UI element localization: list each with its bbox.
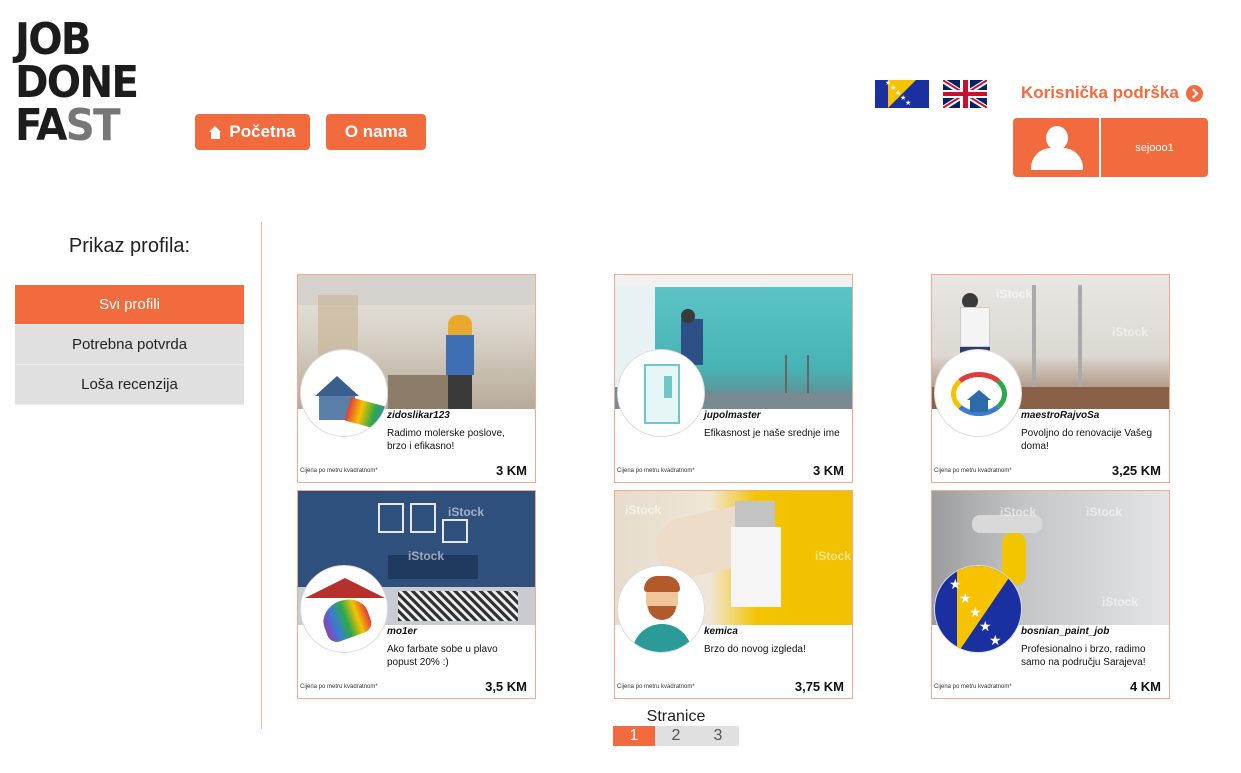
home-icon [209,125,222,139]
watermark: iStock [1112,325,1149,339]
card-price-label: Cijena po metru kvadratnom* [300,684,378,690]
card-price-label: Cijena po metru kvadratnom* [617,684,695,690]
profile-card[interactable]: jupolmaster Efikasnost je naše srednje i… [614,274,853,483]
home-button-label: Početna [229,122,296,141]
profile-card[interactable]: iStock iStock iStock ★ ★ ★ ★ ★ bosnian_p… [931,490,1170,699]
logo-line-1: JOB [15,14,92,65]
user-profile-button[interactable]: sejooo1 [1013,118,1208,177]
card-avatar [300,565,388,653]
card-price-label: Cijena po metru kvadratnom* [300,468,378,474]
site-logo[interactable]: JOB DONE FAST [15,18,141,154]
profile-card[interactable]: iStock iStock mo1er Ako farbate sobe u p… [297,490,536,699]
card-price: 4 KM [1129,679,1161,694]
page-button-1[interactable]: 1 [613,726,655,746]
card-description: Ako farbate sobe u plavo popust 20% :) [387,644,498,668]
card-username: mo1er [387,626,418,637]
sidebar-item-needs-confirmation[interactable]: Potrebna potvrda [15,325,244,365]
card-description: Brzo do novog izgleda! [704,644,806,655]
card-price-label: Cijena po metru kvadratnom* [934,468,1012,474]
support-label: Korisnička podrška [1021,83,1179,102]
watermark: iStock [1086,505,1123,519]
watermark: iStock [996,287,1033,301]
card-description: Efikasnost je naše srednje ime [704,428,840,439]
watermark: iStock [448,505,485,519]
bosnia-flag-icon[interactable]: ★ ★ ★ ★ ★ [875,80,929,108]
about-button[interactable]: O nama [326,114,426,150]
support-link[interactable]: Korisnička podrška [1021,83,1203,103]
profile-card[interactable]: iStock iStock maestroRajvoSa Povoljno do… [931,274,1170,483]
watermark: iStock [1000,505,1037,519]
profile-card[interactable]: zidoslikar123 Radimo molerske poslove, b… [297,274,536,483]
sidebar-item-all-profiles[interactable]: Svi profili [15,285,244,325]
chevron-right-circle-icon [1185,84,1203,102]
page-button-3[interactable]: 3 [697,726,739,746]
logo-line-3: FAST [15,100,121,151]
card-price-label: Cijena po metru kvadratnom* [617,468,695,474]
username-label: sejooo1 [1135,141,1174,154]
card-avatar [934,349,1022,437]
card-avatar [617,349,705,437]
sidebar-title: Prikaz profila: [68,235,191,257]
card-username: jupolmaster [704,410,761,421]
sidebar-item-bad-review[interactable]: Loša recenzija [15,365,244,405]
card-price: 3,75 KM [794,679,844,694]
watermark: iStock [1102,595,1139,609]
card-username: zidoslikar123 [387,410,450,421]
card-description: Profesionalno i brzo, radimo samo na pod… [1021,644,1146,668]
card-username: kemica [704,626,738,637]
card-avatar: ★ ★ ★ ★ ★ [934,565,1022,653]
card-description: Radimo molerske poslove, brzo i efikasno… [387,428,505,452]
card-avatar [617,565,705,653]
card-price: 3,5 KM [485,679,527,694]
card-price: 3 KM [812,463,844,478]
card-price: 3 KM [495,463,527,478]
uk-flag-icon[interactable] [943,80,987,108]
card-price-label: Cijena po metru kvadratnom* [934,684,1012,690]
pagination-title: Stranice [646,708,706,725]
sidebar-divider [261,222,262,729]
card-username: maestroRajvoSa [1021,410,1100,421]
watermark: iStock [408,549,445,563]
watermark: iStock [625,503,662,517]
pagination: 1 2 3 [613,726,739,746]
user-avatar-icon [1013,118,1101,177]
profile-card[interactable]: iStock iStock kemica Brzo do novog izgle… [614,490,853,699]
page-button-2[interactable]: 2 [655,726,697,746]
card-username: bosnian_paint_job [1021,626,1110,637]
home-button[interactable]: Početna [195,114,310,150]
card-description: Povoljno do renovacije Vašeg doma! [1021,428,1153,452]
logo-line-2: DONE [15,57,139,108]
card-avatar [300,349,388,437]
card-price: 3,25 KM [1111,463,1161,478]
sidebar-menu: Svi profili Potrebna potvrda Loša recenz… [15,285,244,405]
watermark: iStock [815,549,852,563]
about-button-label: O nama [344,122,408,141]
